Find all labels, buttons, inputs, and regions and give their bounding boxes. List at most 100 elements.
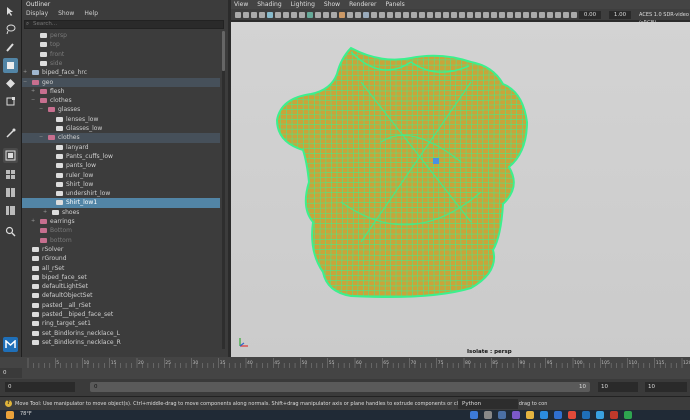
- viewport-toolbar-icon[interactable]: [251, 12, 257, 18]
- viewport-toolbar-icon[interactable]: [547, 12, 553, 18]
- menu-show[interactable]: Show: [58, 9, 74, 18]
- menu-renderer[interactable]: Renderer: [349, 0, 376, 9]
- outliner-item[interactable]: − clothes: [22, 96, 220, 105]
- viewport-toolbar-icon[interactable]: [347, 12, 353, 18]
- teams-icon[interactable]: [512, 411, 520, 419]
- move-tool-icon[interactable]: [3, 58, 18, 73]
- anim-end-field[interactable]: 10: [645, 382, 687, 392]
- outliner-item[interactable]: lenses_low: [22, 115, 220, 124]
- chrome-icon[interactable]: [568, 411, 576, 419]
- expand-toggle-icon[interactable]: +: [43, 208, 47, 217]
- current-frame-field[interactable]: 0: [0, 368, 22, 378]
- outliner-item[interactable]: top: [22, 40, 220, 49]
- viewport-toolbar-icon[interactable]: [555, 12, 561, 18]
- menu-display[interactable]: Display: [26, 9, 48, 18]
- outliner-item[interactable]: rSolver: [22, 245, 220, 254]
- outliner-item[interactable]: + flesh: [22, 87, 220, 96]
- color-management-label[interactable]: ACES 1.0 SDR-video (sRGB): [639, 11, 690, 26]
- outliner-item[interactable]: Bottom: [22, 226, 220, 235]
- outliner-item[interactable]: + biped_face_hrc: [22, 68, 220, 77]
- script-language-button[interactable]: Python: [458, 399, 518, 409]
- outliner-item[interactable]: − clothes: [22, 133, 220, 143]
- expand-toggle-icon[interactable]: +: [31, 87, 35, 96]
- viewport-toolbar-icon[interactable]: [339, 12, 345, 18]
- viewport-toolbar-icon[interactable]: [299, 12, 305, 18]
- viewport-toolbar-icon[interactable]: [323, 12, 329, 18]
- viewport-toolbar-icon[interactable]: [315, 12, 321, 18]
- viewport-toolbar-icon[interactable]: [363, 12, 369, 18]
- weather-icon[interactable]: [6, 411, 14, 419]
- edge-browser-icon[interactable]: [540, 411, 548, 419]
- soft-select-tool-icon[interactable]: [3, 126, 18, 141]
- app-icon-2[interactable]: [624, 411, 632, 419]
- viewport-toolbar-icon[interactable]: [571, 12, 577, 18]
- viewport-toolbar-icon[interactable]: [443, 12, 449, 18]
- viewport-toolbar-icon[interactable]: [459, 12, 465, 18]
- scrollbar-thumb[interactable]: [222, 31, 225, 71]
- outliner-item[interactable]: side: [22, 59, 220, 68]
- outliner-item[interactable]: ring_target_set1: [22, 319, 220, 328]
- range-start-field[interactable]: 0: [5, 382, 75, 392]
- viewport-toolbar-icon[interactable]: [539, 12, 545, 18]
- viewport-toolbar-icon[interactable]: [387, 12, 393, 18]
- menu-shading[interactable]: Shading: [257, 0, 281, 9]
- menu-show[interactable]: Show: [324, 0, 340, 9]
- two-view-layout-icon[interactable]: [3, 185, 18, 200]
- viewport-toolbar-icon[interactable]: [467, 12, 473, 18]
- outliner-item[interactable]: persp: [22, 31, 220, 40]
- menu-panels[interactable]: Panels: [385, 0, 404, 9]
- outliner-item[interactable]: rGround: [22, 254, 220, 263]
- paint-select-tool-icon[interactable]: [3, 40, 18, 55]
- manipulator-handle[interactable]: [433, 158, 439, 164]
- viewport-toolbar-icon[interactable]: [531, 12, 537, 18]
- viewport-toolbar-icon[interactable]: [395, 12, 401, 18]
- viewport-toolbar-icon[interactable]: [563, 12, 569, 18]
- viewport-toolbar-icon[interactable]: [411, 12, 417, 18]
- viewport-toolbar-icon[interactable]: [267, 12, 273, 18]
- app-icon[interactable]: [610, 411, 618, 419]
- outliner-item[interactable]: + shoes: [22, 208, 220, 217]
- viewport-3d[interactable]: Isolate : persp: [231, 22, 690, 357]
- range-end-field[interactable]: 10: [598, 382, 638, 392]
- select-tool-icon[interactable]: [3, 4, 18, 19]
- viewport-toolbar-icon[interactable]: [259, 12, 265, 18]
- outliner-layout-icon[interactable]: [3, 203, 18, 218]
- viewport-toolbar-icon[interactable]: [355, 12, 361, 18]
- expand-toggle-icon[interactable]: −: [39, 133, 43, 142]
- outliner-scrollbar[interactable]: [222, 31, 225, 349]
- exposure-field[interactable]: 0.00: [579, 11, 601, 19]
- outliner-item[interactable]: Shirt_low: [22, 180, 220, 189]
- outliner-item[interactable]: pasted__biped_face_set: [22, 310, 220, 319]
- outliner-item[interactable]: bottom: [22, 236, 220, 245]
- expand-toggle-icon[interactable]: +: [31, 217, 35, 226]
- viewport-toolbar-icon[interactable]: [403, 12, 409, 18]
- menu-lighting[interactable]: Lighting: [291, 0, 315, 9]
- viewport-toolbar-icon[interactable]: [435, 12, 441, 18]
- expand-toggle-icon[interactable]: −: [39, 105, 43, 114]
- viewport-toolbar-icon[interactable]: [483, 12, 489, 18]
- viewport-toolbar-icon[interactable]: [275, 12, 281, 18]
- viewport-toolbar-icon[interactable]: [523, 12, 529, 18]
- menu-help[interactable]: Help: [84, 9, 98, 18]
- outliner-item[interactable]: Glasses_low: [22, 124, 220, 133]
- lasso-tool-icon[interactable]: [3, 22, 18, 37]
- outliner-item[interactable]: undershirt_low: [22, 189, 220, 198]
- search-icon[interactable]: [3, 224, 18, 239]
- outliner-item[interactable]: pants_low: [22, 161, 220, 170]
- outliner-item[interactable]: lanyard: [22, 143, 220, 152]
- menu-view[interactable]: View: [234, 0, 248, 9]
- viewport-toolbar-icon[interactable]: [491, 12, 497, 18]
- viewport-toolbar-icon[interactable]: [235, 12, 241, 18]
- viewport-toolbar-icon[interactable]: [507, 12, 513, 18]
- outliner-item[interactable]: − glasses: [22, 105, 220, 114]
- gamma-field[interactable]: 1.00: [609, 11, 631, 19]
- outliner-item[interactable]: Shirt_low1: [22, 198, 220, 208]
- file-explorer-icon[interactable]: [526, 411, 534, 419]
- viewport-toolbar-icon[interactable]: [419, 12, 425, 18]
- expand-toggle-icon[interactable]: +: [23, 68, 27, 77]
- outliner-item[interactable]: biped_face_set: [22, 273, 220, 282]
- viewport-toolbar-icon[interactable]: [451, 12, 457, 18]
- viewport-toolbar-icon[interactable]: [427, 12, 433, 18]
- outliner-item[interactable]: front: [22, 50, 220, 59]
- viewport-toolbar-icon[interactable]: [515, 12, 521, 18]
